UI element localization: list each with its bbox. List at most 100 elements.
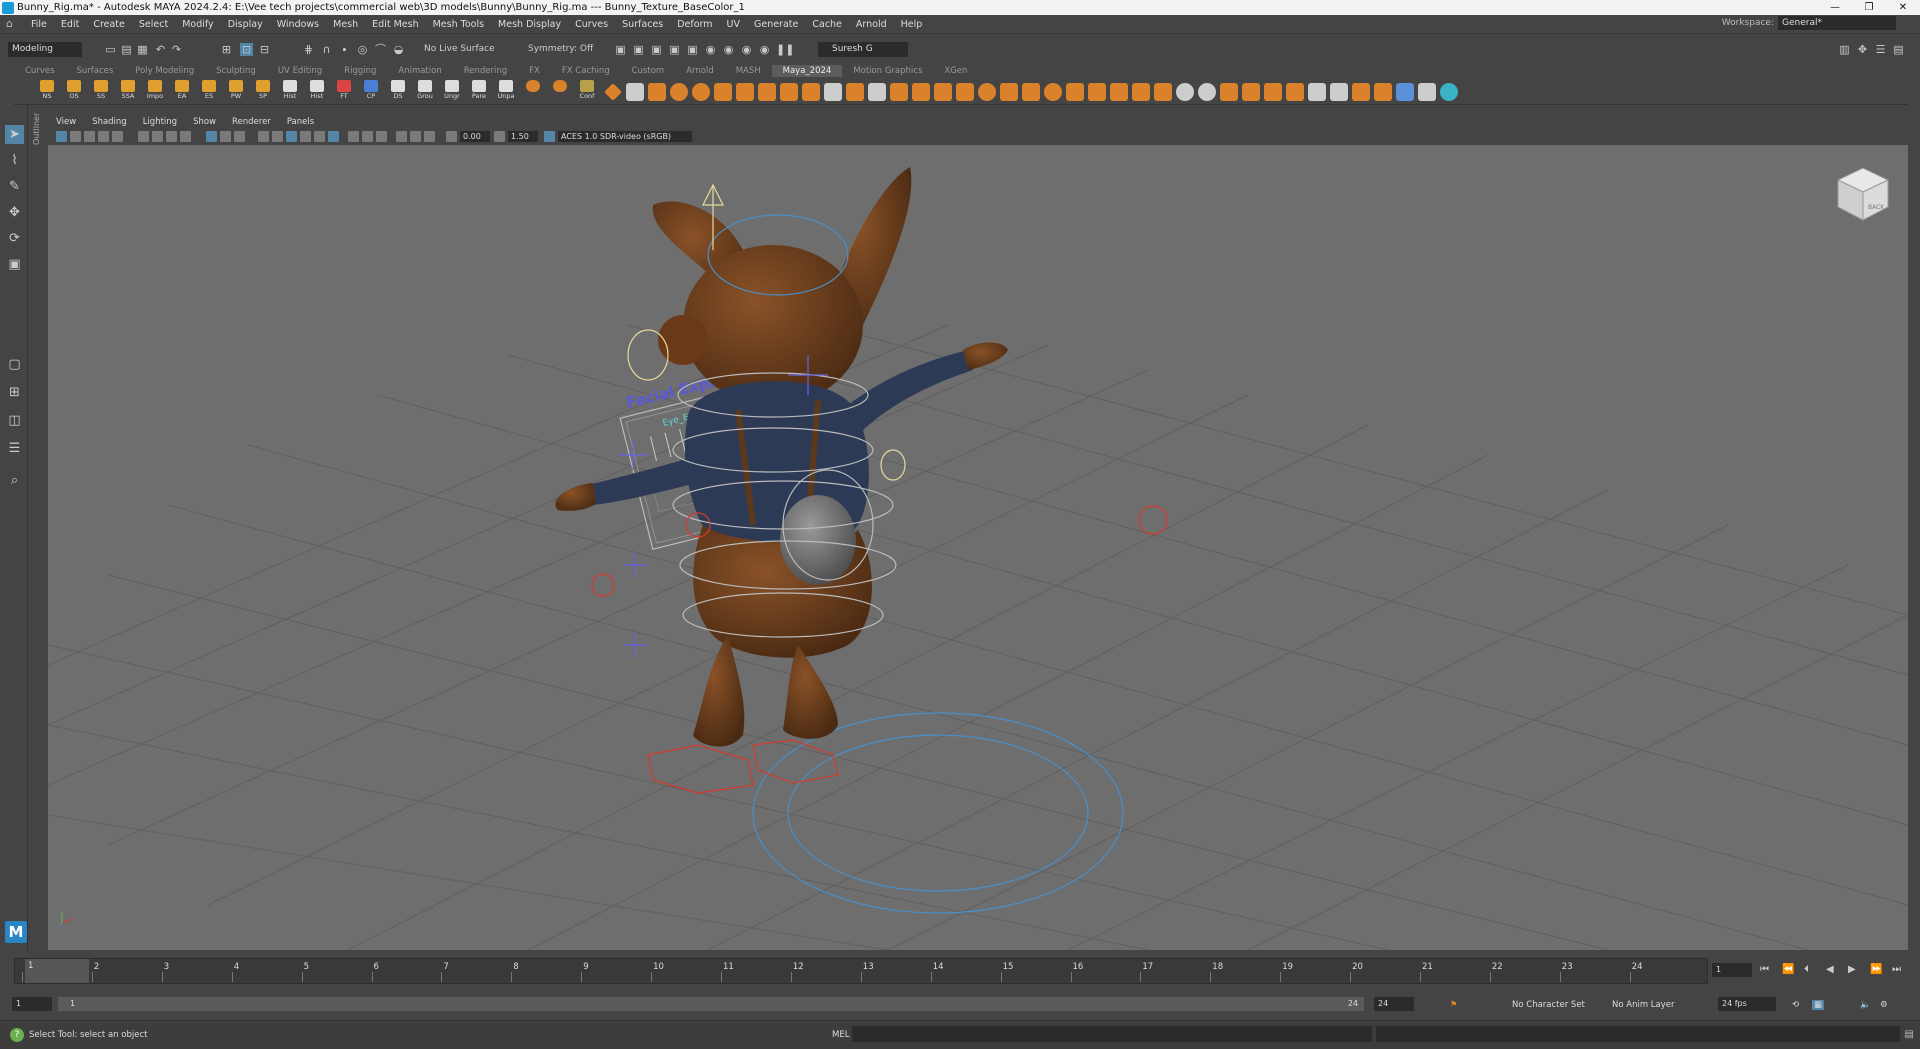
camera-attributes-icon[interactable] (70, 131, 81, 142)
tool-settings-toggle-icon[interactable]: ☰ (1874, 43, 1887, 56)
shelf-tab-surfaces[interactable]: Surfaces (66, 65, 125, 77)
panel-menu-view[interactable]: View (48, 117, 84, 127)
exposure-icon[interactable] (446, 131, 457, 142)
shelf-button-hist-2[interactable]: Hist (306, 79, 328, 104)
time-slider[interactable]: 1 12345678910111213141516171819202122232… (0, 950, 1920, 988)
anti-aliasing-icon[interactable] (376, 131, 387, 142)
symmetry-label[interactable]: Symmetry: Off (528, 44, 593, 54)
mel-label[interactable]: MEL (832, 1030, 849, 1040)
menu-mesh-display[interactable]: Mesh Display (491, 19, 568, 30)
snap-view-icon[interactable]: ◎ (356, 43, 369, 56)
shelf-tab-fx[interactable]: FX (518, 65, 551, 77)
shelf-button-pw[interactable]: PW (225, 79, 247, 104)
save-scene-icon[interactable]: ▦ (136, 43, 149, 56)
safe-title-icon[interactable] (234, 131, 245, 142)
two-view-layout-icon[interactable]: ◫ (5, 411, 24, 430)
channel-box-toggle-icon[interactable]: ▤ (1892, 43, 1905, 56)
layers-icon[interactable] (780, 83, 798, 101)
use-all-lights-icon[interactable] (314, 131, 325, 142)
ambient-occlusion-icon[interactable] (348, 131, 359, 142)
pause-render-icon[interactable]: ❚❚ (776, 43, 794, 56)
shelf-tab-curves[interactable]: Curves (14, 65, 66, 77)
gamma-field[interactable]: 1.50 (508, 131, 538, 142)
arnold-light-icon[interactable]: ◉ (740, 43, 753, 56)
shelf-tab-poly-modeling[interactable]: Poly Modeling (124, 65, 205, 77)
open-scene-icon[interactable]: ▤ (120, 43, 133, 56)
panel-menu-shading[interactable]: Shading (84, 117, 135, 127)
wireframe-on-shaded-icon[interactable] (286, 131, 297, 142)
grid-icon[interactable] (626, 83, 644, 101)
animation-start-field[interactable]: 1 (12, 997, 52, 1011)
animation-preferences-icon[interactable]: ⚙ (1880, 1000, 1888, 1010)
outliner-side-tab[interactable]: Outliner (28, 105, 48, 950)
box-icon[interactable] (802, 83, 820, 101)
resolution-gate-icon[interactable] (180, 131, 191, 142)
step-forward-key-icon[interactable]: ⏩ (1870, 964, 1882, 978)
close-button[interactable]: ✕ (1886, 0, 1920, 15)
shelf-tab-sculpting[interactable]: Sculpting (205, 65, 267, 77)
command-line-input[interactable] (852, 1026, 1372, 1042)
menu-create[interactable]: Create (86, 19, 132, 30)
menu-windows[interactable]: Windows (270, 19, 326, 30)
select-hierarchy-icon[interactable]: ⊞ (220, 43, 233, 56)
shelf-button-ea[interactable]: EA (171, 79, 193, 104)
shelf-button-impo[interactable]: Impo (144, 79, 166, 104)
attribute-editor-toggle-icon[interactable]: ✥ (1856, 43, 1869, 56)
range-slider[interactable]: 1 24 (58, 997, 1364, 1011)
stack-icon[interactable] (1220, 83, 1238, 101)
shelf-button-grou[interactable]: Grou (414, 79, 436, 104)
snap-vertex-icon[interactable]: ◒ (392, 43, 405, 56)
scale-tool-icon[interactable]: ▣ (5, 255, 24, 274)
shelf-button-os[interactable]: OS (63, 79, 85, 104)
diamond-icon[interactable] (604, 83, 622, 101)
shelf-button-torus[interactable] (522, 79, 544, 104)
menu-modify[interactable]: Modify (175, 19, 220, 30)
shelf-button-pare[interactable]: Pare (468, 79, 490, 104)
spike-icon[interactable] (1132, 83, 1150, 101)
minimize-button[interactable]: — (1818, 0, 1852, 15)
shelf-tab-uv-editing[interactable]: UV Editing (267, 65, 333, 77)
cone-icon[interactable] (1022, 83, 1040, 101)
select-tool-icon[interactable]: ➤ (5, 125, 24, 144)
gamma-icon[interactable] (494, 131, 505, 142)
cube-split-icon[interactable] (736, 83, 754, 101)
panel-menu-renderer[interactable]: Renderer (224, 117, 279, 127)
render-view-icon[interactable]: ▣ (668, 43, 681, 56)
mirror-icon[interactable] (1000, 83, 1018, 101)
sphere-alt-icon[interactable] (692, 83, 710, 101)
step-back-key-icon[interactable]: ⏪ (1782, 964, 1794, 978)
panel-menu-panels[interactable]: Panels (279, 117, 322, 127)
prism-icon[interactable] (1110, 83, 1128, 101)
arnold-render-icon[interactable]: ◉ (704, 43, 717, 56)
smooth-shade-icon[interactable] (272, 131, 283, 142)
undo-icon[interactable]: ↶ (154, 43, 167, 56)
shadows-icon[interactable] (328, 131, 339, 142)
select-object-icon[interactable]: ⊡ (240, 43, 253, 56)
home-icon[interactable]: ⌂ (6, 18, 20, 30)
menu-mesh-tools[interactable]: Mesh Tools (426, 19, 491, 30)
plane-icon[interactable] (714, 83, 732, 101)
character-set-dropdown[interactable]: No Character Set (1512, 1000, 1585, 1010)
ipr-render-icon[interactable]: ▣ (650, 43, 663, 56)
split-icon[interactable] (1264, 83, 1282, 101)
go-to-start-icon[interactable]: ⏮ (1760, 964, 1769, 978)
snap-live-icon[interactable]: ⌒ (374, 43, 387, 56)
x-ray-joints-icon[interactable] (424, 131, 435, 142)
exposure-field[interactable]: 0.00 (460, 131, 490, 142)
snap-curve-icon[interactable]: ∩ (320, 43, 333, 56)
textured-icon[interactable] (300, 131, 311, 142)
image-plane-icon[interactable] (98, 131, 109, 142)
play-forward-icon[interactable]: ▶ (1848, 964, 1856, 978)
new-scene-icon[interactable]: ▭ (104, 43, 117, 56)
outliner-layout-icon[interactable]: ☰ (5, 439, 24, 458)
play-backward-icon[interactable]: ◀ (1826, 964, 1834, 978)
film-gate-icon[interactable] (166, 131, 177, 142)
workspace-dropdown[interactable]: General* (1778, 16, 1896, 30)
menu-file[interactable]: File (24, 19, 54, 30)
isolate-select-icon[interactable] (396, 131, 407, 142)
hypershade-icon[interactable]: ▣ (686, 43, 699, 56)
arnold-ipr-icon[interactable]: ◉ (722, 43, 735, 56)
menu-uv[interactable]: UV (720, 19, 747, 30)
arnold-sky-icon[interactable]: ◉ (758, 43, 771, 56)
double-cube-icon[interactable] (1374, 83, 1392, 101)
